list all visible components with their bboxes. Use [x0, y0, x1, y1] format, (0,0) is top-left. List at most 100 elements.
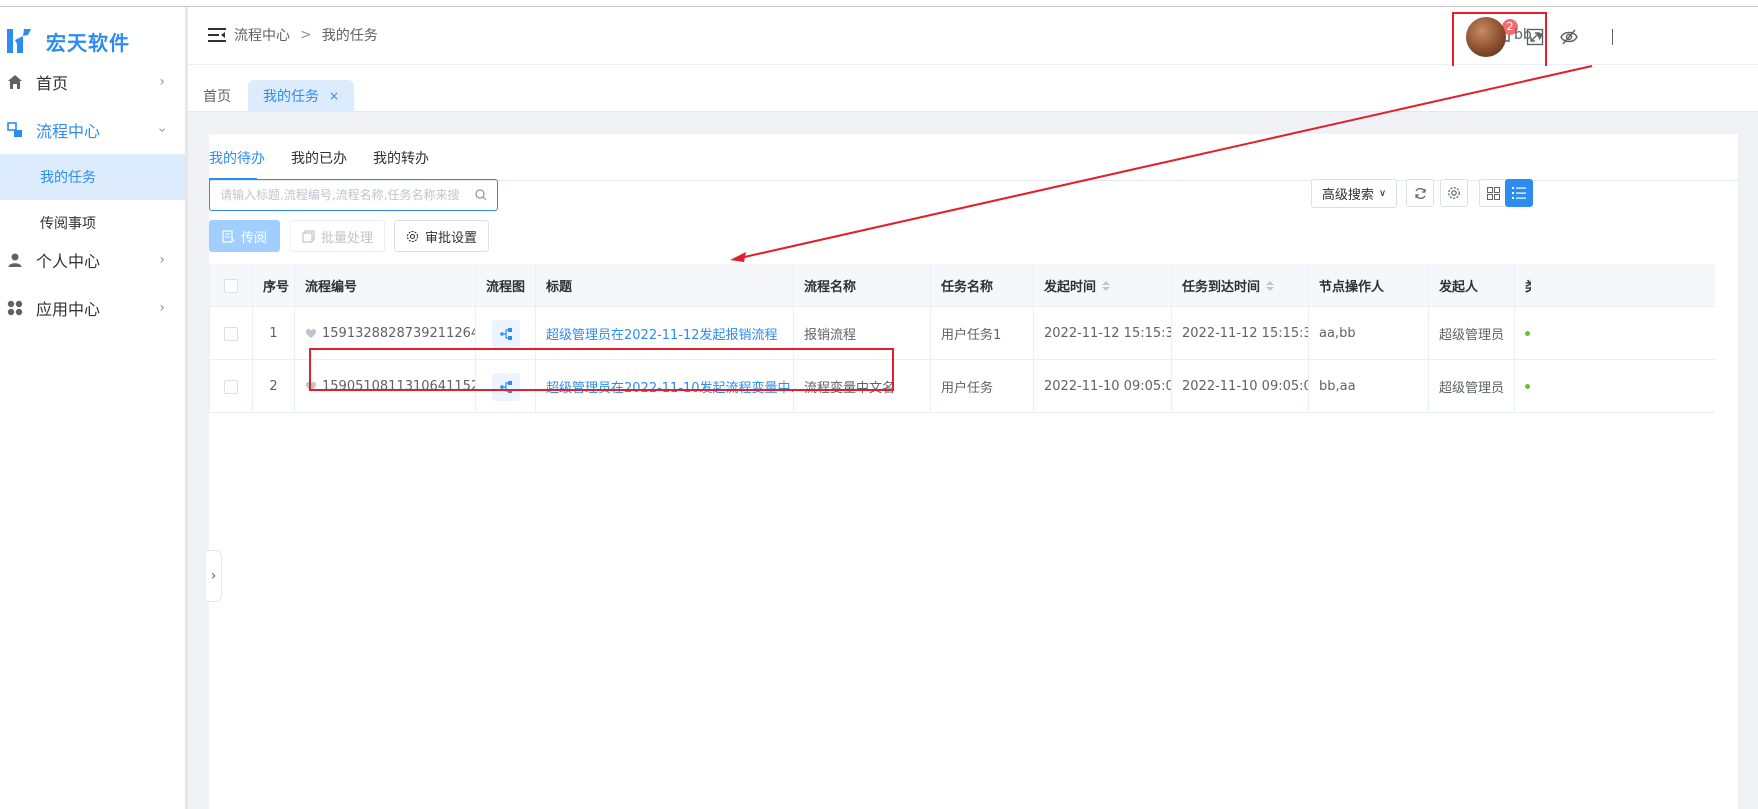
sidebar-item-label: 应用中心: [36, 300, 101, 319]
sidebar-item-label: 首页: [36, 74, 69, 93]
sidebar-item-personal-center[interactable]: 个人中心 ›: [0, 233, 187, 287]
advanced-search-button[interactable]: 高级搜索 ∨: [1311, 179, 1397, 208]
batch-process-button[interactable]: 批量处理: [290, 220, 385, 252]
arrive-time: 2022-11-10 09:05:03: [1172, 360, 1309, 413]
node-operators: bb,aa: [1309, 360, 1429, 413]
tab-done[interactable]: 我的已办: [291, 148, 347, 168]
logo[interactable]: 宏天软件: [4, 23, 130, 59]
row-index: 1: [253, 307, 295, 360]
breadcrumb: 流程中心 > 我的任务: [208, 25, 378, 45]
column-header: 类: [1515, 264, 1531, 307]
row-checkbox[interactable]: [223, 326, 238, 341]
annotation-box-row: [309, 348, 894, 391]
approval-settings-label: 审批设置: [424, 230, 477, 246]
column-header-start-time[interactable]: 发起时间: [1034, 264, 1172, 307]
annotation-box-user: [1452, 12, 1547, 69]
page-tab-label: 我的任务: [263, 89, 319, 105]
breadcrumb-item[interactable]: 流程中心: [234, 25, 290, 45]
user-icon: [6, 251, 24, 269]
start-time: 2022-11-10 09:05:02: [1034, 360, 1172, 413]
sidebar-subitem-label: 传阅事项: [40, 216, 96, 232]
status-cell: [1515, 307, 1531, 360]
page-tab-label: 首页: [203, 89, 231, 105]
sidebar-item-home[interactable]: 首页 ›: [0, 55, 187, 109]
sidebar-item-flow-center[interactable]: 流程中心 ›: [0, 103, 187, 157]
table-left-border: [209, 264, 210, 413]
start-time: 2022-11-12 15:15:33: [1034, 307, 1172, 360]
gear-icon: [406, 230, 419, 243]
grid-icon: [1486, 186, 1500, 200]
search-icon[interactable]: [475, 189, 487, 201]
column-header: 节点操作人: [1309, 264, 1429, 307]
grid-view-button[interactable]: [1479, 179, 1507, 207]
row-select-cell: [209, 360, 253, 413]
task-name: 用户任务: [931, 360, 1034, 413]
sort-icon[interactable]: [1102, 280, 1111, 292]
logo-text: 宏天软件: [46, 30, 130, 55]
close-icon[interactable]: ×: [329, 89, 339, 103]
breadcrumb-item: 我的任务: [321, 28, 378, 44]
document-icon: [222, 229, 235, 243]
sidebar-item-label: 个人中心: [36, 252, 101, 271]
tab-transferred[interactable]: 我的转办: [373, 148, 429, 168]
select-all-cell: [209, 264, 253, 307]
column-header: 序号: [253, 264, 295, 307]
apps-icon: [6, 299, 24, 317]
sub-tabs: 我的待办 我的已办 我的转办: [209, 134, 1738, 181]
heart-icon[interactable]: [305, 328, 317, 339]
page-tabs-bar: 首页 我的任务 ×: [188, 66, 1758, 112]
search-box[interactable]: [209, 179, 498, 211]
arrive-time: 2022-11-12 15:15:33: [1172, 307, 1309, 360]
task-card: 我的待办 我的已办 我的转办 高级搜索 ∨ 传阅 批量处理 审批设置: [209, 134, 1738, 809]
column-header-arrive-time[interactable]: 任务到达时间: [1172, 264, 1309, 307]
page-tab-my-tasks[interactable]: 我的任务 ×: [248, 80, 355, 112]
sidebar-item-app-center[interactable]: 应用中心 ›: [0, 281, 187, 335]
copy-icon: [302, 229, 315, 243]
chevron-right-icon: ›: [159, 252, 165, 268]
logo-mark-icon: [4, 26, 34, 56]
chevron-right-icon: ›: [159, 74, 165, 90]
menu-toggle-icon[interactable]: [208, 28, 226, 42]
status-dot: [1525, 331, 1530, 336]
status-cell: [1515, 360, 1531, 413]
column-header: 标题: [536, 264, 794, 307]
table-header: 序号 流程编号 流程图 标题 流程名称 任务名称 发起时间 任务到达时间 节点操…: [209, 264, 1715, 307]
batch-process-label: 批量处理: [320, 230, 373, 246]
refresh-button[interactable]: [1406, 179, 1434, 207]
approval-settings-button[interactable]: 审批设置: [394, 220, 489, 252]
flowchart-icon: [499, 327, 513, 341]
chevron-right-icon: ›: [159, 300, 165, 316]
node-operators: aa,bb: [1309, 307, 1429, 360]
settings-button[interactable]: [1440, 179, 1468, 207]
process-code: 1591328828739211264: [322, 326, 476, 341]
row-checkbox[interactable]: [223, 379, 238, 394]
column-header-label: 任务到达时间: [1182, 280, 1261, 295]
column-header: 流程图: [476, 264, 536, 307]
tab-todo[interactable]: 我的待办: [209, 148, 265, 168]
sidebar-subitem-label: 我的任务: [40, 170, 96, 186]
initiator: 超级管理员: [1429, 360, 1515, 413]
row-index: 2: [253, 360, 295, 413]
list-view-button[interactable]: [1505, 179, 1533, 207]
column-header: 流程编号: [295, 264, 476, 307]
circulate-label: 传阅: [240, 230, 267, 246]
column-header: 任务名称: [931, 264, 1034, 307]
sidebar-collapse-handle[interactable]: ›: [206, 550, 222, 602]
select-all-checkbox[interactable]: [223, 278, 238, 293]
task-name: 用户任务1: [931, 307, 1034, 360]
page-tab-home[interactable]: 首页: [188, 80, 246, 112]
chevron-down-icon: ›: [154, 127, 171, 133]
eye-off-icon[interactable]: [1558, 26, 1580, 48]
row-select-cell: [209, 307, 253, 360]
search-input[interactable]: [220, 188, 475, 202]
advanced-search-label: 高级搜索: [1321, 188, 1374, 203]
circulate-button[interactable]: 传阅: [209, 220, 280, 252]
flow-icon: [6, 121, 24, 139]
chevron-right-icon: ›: [210, 568, 217, 584]
flowchart-button[interactable]: [491, 319, 520, 348]
sort-icon[interactable]: [1266, 280, 1275, 292]
sidebar-subitem-my-tasks[interactable]: 我的任务: [0, 154, 187, 200]
breadcrumb-separator: >: [300, 27, 312, 43]
initiator: 超级管理员: [1429, 307, 1515, 360]
column-header-label: 发起时间: [1044, 280, 1097, 295]
